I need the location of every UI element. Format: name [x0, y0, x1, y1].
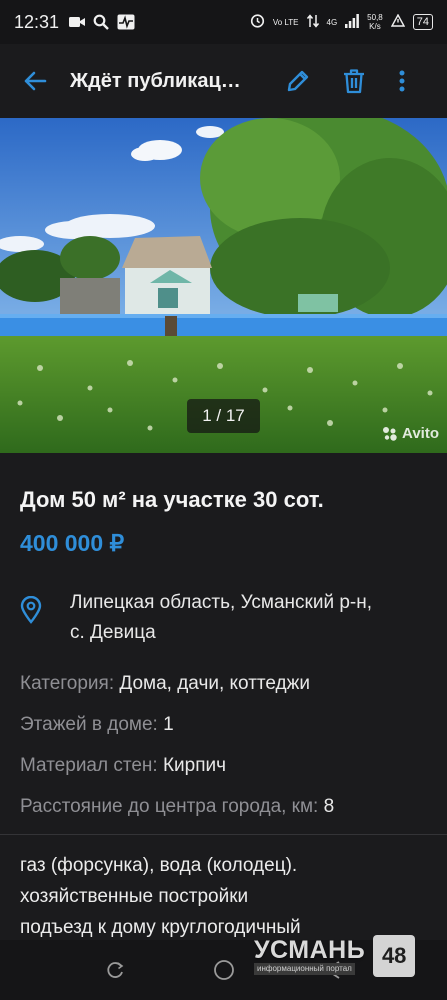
portal-subtitle: информационный портал: [254, 963, 355, 975]
param-value: Кирпич: [162, 755, 227, 776]
portal-badge: 48: [373, 935, 416, 977]
more-button[interactable]: [382, 44, 422, 118]
activity-icon: [117, 14, 135, 30]
address-text: Липецкая область, Усманский р-н, с. Деви…: [70, 588, 372, 648]
description-line: газ (форсунка), вода (колодец).: [20, 855, 298, 876]
watermark-text: Avito: [402, 425, 439, 442]
search-icon: [93, 14, 109, 30]
delete-button[interactable]: [326, 44, 382, 118]
param-value: Дома, дачи, коттеджи: [119, 673, 310, 694]
address-line-1: Липецкая область, Усманский р-н,: [70, 592, 372, 613]
section-divider: [0, 834, 447, 835]
pencil-icon: [287, 70, 309, 92]
net-speed-unit: K/s: [369, 22, 381, 31]
param-label: Категория:: [20, 673, 115, 694]
net-speed: 50,8 K/s: [367, 13, 383, 31]
edit-button[interactable]: [270, 44, 326, 118]
video-camera-icon: [69, 16, 86, 28]
description-line: хозяйственные постройки: [20, 886, 249, 907]
param-value: 8: [323, 796, 335, 817]
home-circle-icon: [213, 960, 234, 980]
battery-indicator: 74: [412, 14, 433, 30]
param-distance: Расстояние до центра города, км: 8: [20, 795, 427, 819]
page-title: Ждёт публикац…: [70, 69, 241, 92]
address-line-2: с. Девица: [70, 622, 156, 643]
param-label: Расстояние до центра города, км:: [20, 796, 319, 817]
portal-watermark-logo: УСМАНЬ информационный портал 48: [254, 930, 430, 982]
recents-icon: [106, 962, 123, 978]
listing-photo[interactable]: 1 / 17 Avito: [0, 118, 447, 453]
photo-counter: 1 / 17: [187, 399, 260, 433]
signal-bars-icon: [345, 13, 360, 31]
portal-name: УСМАНЬ: [254, 936, 366, 964]
warning-triangle-icon: [390, 13, 405, 30]
location-pin-icon: [20, 588, 70, 648]
listing-details: Дом 50 м² на участке 30 сот. 400 000 ₽ Л…: [0, 453, 447, 836]
param-floors: Этажей в доме: 1: [20, 713, 427, 737]
param-label: Материал стен:: [20, 755, 158, 776]
net-speed-value: 50,8: [367, 13, 383, 22]
app-bar: Ждёт публикац…: [0, 44, 447, 118]
signal-label: 4G: [326, 17, 338, 27]
volte-label: Vo LTE: [272, 17, 299, 27]
data-arrows-icon: [306, 13, 319, 31]
status-bar: 12:31 Vo LTE 4G 50,8 K/s 74: [0, 0, 447, 44]
trash-icon: [344, 69, 364, 94]
arrow-left-icon: [24, 71, 47, 91]
avito-logo-icon: [383, 426, 397, 441]
avito-watermark: Avito: [382, 425, 439, 442]
listing-price: 400 000 ₽: [20, 530, 125, 556]
address-row[interactable]: Липецкая область, Усманский р-н, с. Деви…: [20, 588, 427, 648]
alarm-icon: [250, 13, 265, 31]
params-list: Категория: Дома, дачи, коттеджи Этажей в…: [20, 672, 427, 819]
param-label: Этажей в доме:: [20, 714, 158, 735]
home-button[interactable]: [194, 940, 254, 1000]
param-category: Категория: Дома, дачи, коттеджи: [20, 672, 427, 696]
param-value: 1: [163, 714, 174, 735]
listing-title: Дом 50 м² на участке 30 сот.: [20, 487, 324, 512]
back-button[interactable]: [0, 44, 70, 118]
recents-button[interactable]: [85, 940, 145, 1000]
status-time: 12:31: [14, 11, 60, 32]
param-wall-material: Материал стен: Кирпич: [20, 754, 427, 778]
more-vertical-icon: [399, 70, 405, 92]
